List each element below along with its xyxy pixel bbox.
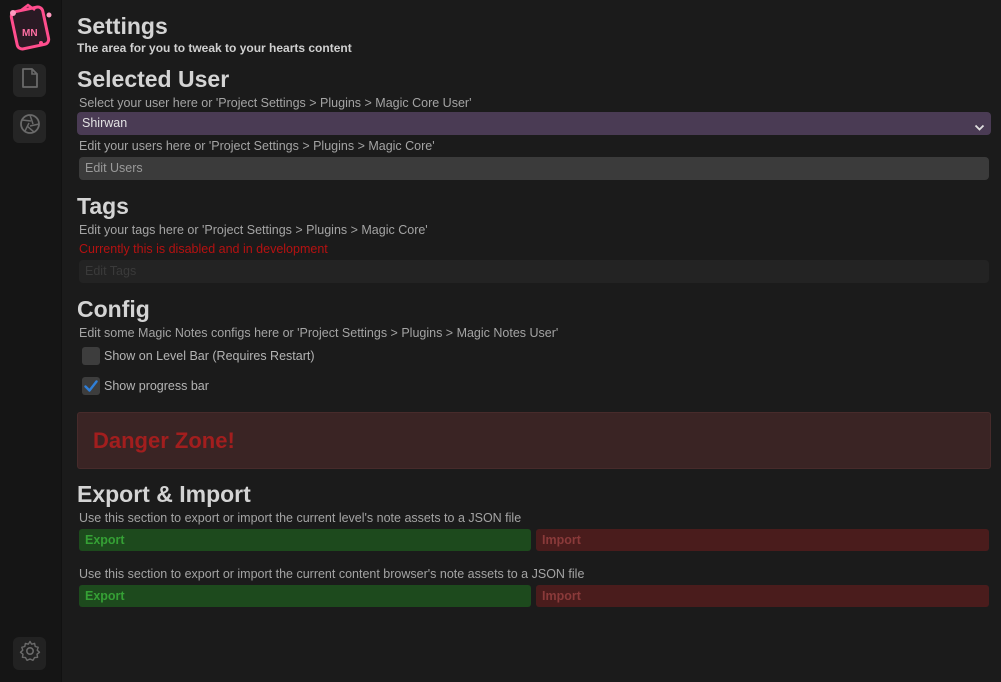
user-select-value: Shirwan	[82, 116, 128, 130]
settings-panel: Settings The area for you to tweak to yo…	[77, 0, 991, 682]
show-on-level-bar-checkbox[interactable]	[82, 347, 100, 365]
sidebar-item-notes[interactable]	[13, 64, 46, 97]
content-browser-export-hint: Use this section to export or import the…	[79, 567, 585, 581]
magic-notes-logo[interactable]: MN	[5, 3, 57, 55]
tags-hint: Edit your tags here or 'Project Settings…	[79, 223, 428, 237]
level-export-button[interactable]: Export	[79, 529, 531, 551]
edit-tags-button: Edit Tags	[79, 260, 989, 283]
show-on-level-bar-label: Show on Level Bar (Requires Restart)	[104, 349, 315, 363]
aperture-icon	[19, 113, 41, 140]
danger-zone-title: Danger Zone!	[93, 428, 235, 453]
level-export-hint: Use this section to export or import the…	[79, 511, 522, 525]
selected-user-hint: Select your user here or 'Project Settin…	[79, 96, 472, 110]
checkmark-icon	[84, 380, 98, 392]
gear-icon	[19, 640, 41, 667]
show-progress-bar-label: Show progress bar	[104, 379, 209, 393]
sidebar: MN	[0, 0, 62, 682]
sidebar-item-settings[interactable]	[13, 637, 46, 670]
sidebar-item-overview[interactable]	[13, 110, 46, 143]
level-import-button[interactable]: Import	[536, 529, 989, 551]
export-import-heading: Export & Import	[77, 481, 251, 507]
page-subtitle: The area for you to tweak to your hearts…	[77, 41, 352, 55]
document-icon	[20, 67, 40, 94]
show-progress-bar-checkbox[interactable]	[82, 377, 100, 395]
config-heading: Config	[77, 296, 150, 322]
content-browser-export-button[interactable]: Export	[79, 585, 531, 607]
danger-zone-banner: Danger Zone!	[77, 412, 991, 469]
tags-heading: Tags	[77, 193, 129, 219]
svg-text:MN: MN	[22, 28, 38, 39]
edit-users-hint: Edit your users here or 'Project Setting…	[79, 139, 435, 153]
user-select-dropdown[interactable]: Shirwan	[77, 112, 991, 135]
content-browser-import-button[interactable]: Import	[536, 585, 989, 607]
show-on-level-bar-option[interactable]: Show on Level Bar (Requires Restart)	[82, 346, 315, 366]
page-title: Settings	[77, 13, 168, 39]
chevron-down-icon	[974, 118, 985, 131]
edit-users-button[interactable]: Edit Users	[79, 157, 989, 180]
selected-user-heading: Selected User	[77, 66, 230, 92]
tags-disabled-warning: Currently this is disabled and in develo…	[79, 242, 328, 256]
config-hint: Edit some Magic Notes configs here or 'P…	[79, 326, 559, 340]
magic-notes-settings-window: MN Settings The area for you to tweak to…	[0, 0, 1001, 682]
show-progress-bar-option[interactable]: Show progress bar	[82, 376, 209, 396]
